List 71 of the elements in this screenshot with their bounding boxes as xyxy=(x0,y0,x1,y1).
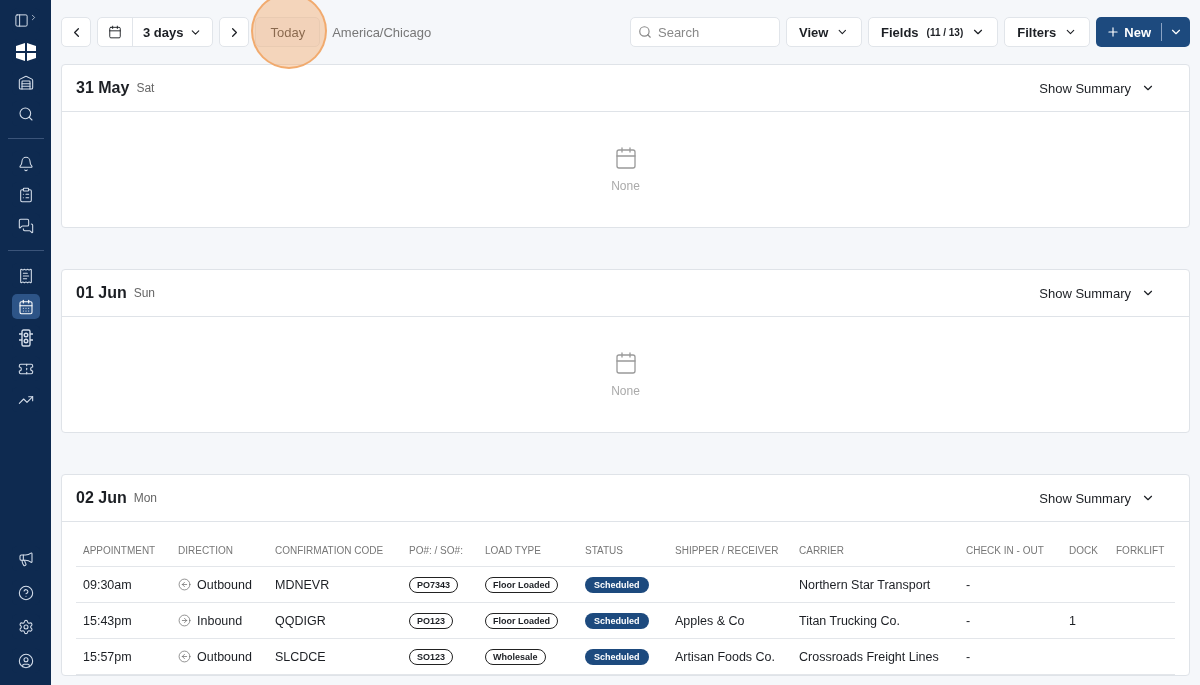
calendar-icon xyxy=(613,351,638,375)
table-cell: Northern Star Transport xyxy=(799,577,931,592)
day-weekday: Mon xyxy=(133,491,158,505)
column-header: SHIPPER / RECEIVER xyxy=(668,532,792,567)
empty-label: None xyxy=(611,179,640,193)
search-field[interactable]: Search xyxy=(630,17,780,47)
day-weekday: Sun xyxy=(133,286,156,300)
direction-text: Outbound xyxy=(197,577,252,592)
calendar-icon xyxy=(17,298,34,315)
new-button-main[interactable]: New xyxy=(1096,23,1162,41)
search-icon xyxy=(638,25,652,39)
show-summary-button[interactable]: Show Summary xyxy=(1039,285,1175,301)
table-cell: - xyxy=(966,577,971,592)
table-cell: 15:43pm xyxy=(83,613,132,628)
table-cell: 15:57pm xyxy=(83,649,132,664)
filters-button[interactable]: Filters xyxy=(1004,17,1091,47)
table-cell: - xyxy=(966,649,971,664)
column-header: CONFIRMATION CODE xyxy=(268,532,402,567)
day-date: 01 Jun xyxy=(76,284,127,302)
column-header: LOAD TYPE xyxy=(478,532,578,567)
search-icon xyxy=(17,105,34,122)
table-cell: - xyxy=(966,613,971,628)
column-header: DOCK xyxy=(1062,532,1109,567)
help-icon xyxy=(17,584,34,601)
receipt-icon xyxy=(17,267,34,284)
direction-text: Outbound xyxy=(197,649,252,664)
column-header: CARRIER xyxy=(792,532,959,567)
table-cell: MDNEVR xyxy=(275,577,330,592)
column-header: STATUS xyxy=(578,532,668,567)
column-header: PO#: / SO#: xyxy=(402,532,478,567)
warehouse-icon xyxy=(17,74,34,91)
traffic-light-icon xyxy=(17,328,34,347)
sidebar-item[interactable] xyxy=(11,294,40,319)
show-summary-button[interactable]: Show Summary xyxy=(1039,490,1175,506)
table-cell: 1 xyxy=(1069,613,1076,628)
column-header: CHECK IN - OUT xyxy=(959,532,1062,567)
show-summary-button[interactable]: Show Summary xyxy=(1039,80,1175,96)
direction-text: Inbound xyxy=(197,613,243,628)
column-header: FORKLIFT xyxy=(1109,532,1175,567)
status-badge: Scheduled xyxy=(585,576,649,593)
clipboard-icon xyxy=(17,186,34,203)
day-date: 02 Jun xyxy=(76,489,127,507)
bell-icon xyxy=(17,155,34,172)
user-icon xyxy=(17,652,34,669)
range-dropdown[interactable]: 3 days xyxy=(132,18,213,46)
settings-icon xyxy=(17,618,34,635)
table-cell: Titan Trucking Co. xyxy=(799,613,900,628)
day-date: 31 May xyxy=(76,79,130,97)
sidebar-toggle-icon xyxy=(13,13,38,28)
empty-label: None xyxy=(611,384,640,398)
status-badge: Scheduled xyxy=(585,612,649,629)
fields-button[interactable]: Fields (11 / 13) xyxy=(868,17,999,47)
table-cell: Artisan Foods Co. xyxy=(675,649,776,664)
today-button[interactable]: Today xyxy=(255,17,321,47)
calendar-icon xyxy=(108,25,122,39)
plus-icon xyxy=(1106,25,1121,39)
day-weekday: Sat xyxy=(136,81,155,95)
column-header: APPOINTMENT xyxy=(76,532,171,567)
chat-icon xyxy=(17,217,34,234)
table-cell: 09:30am xyxy=(83,577,132,592)
timezone-label: America/Chicago xyxy=(332,24,432,40)
column-header: DIRECTION xyxy=(171,532,268,567)
logo-icon xyxy=(14,41,37,62)
calendar-icon xyxy=(613,146,638,170)
status-badge: Scheduled xyxy=(585,648,649,665)
view-button[interactable]: View xyxy=(786,17,862,47)
megaphone-icon xyxy=(17,550,34,567)
table-cell: QQDIGR xyxy=(275,613,326,628)
table-cell: SLCDCE xyxy=(275,649,326,664)
table-cell: Apples & Co xyxy=(675,613,745,628)
table-cell: Crossroads Freight Lines xyxy=(799,649,939,664)
